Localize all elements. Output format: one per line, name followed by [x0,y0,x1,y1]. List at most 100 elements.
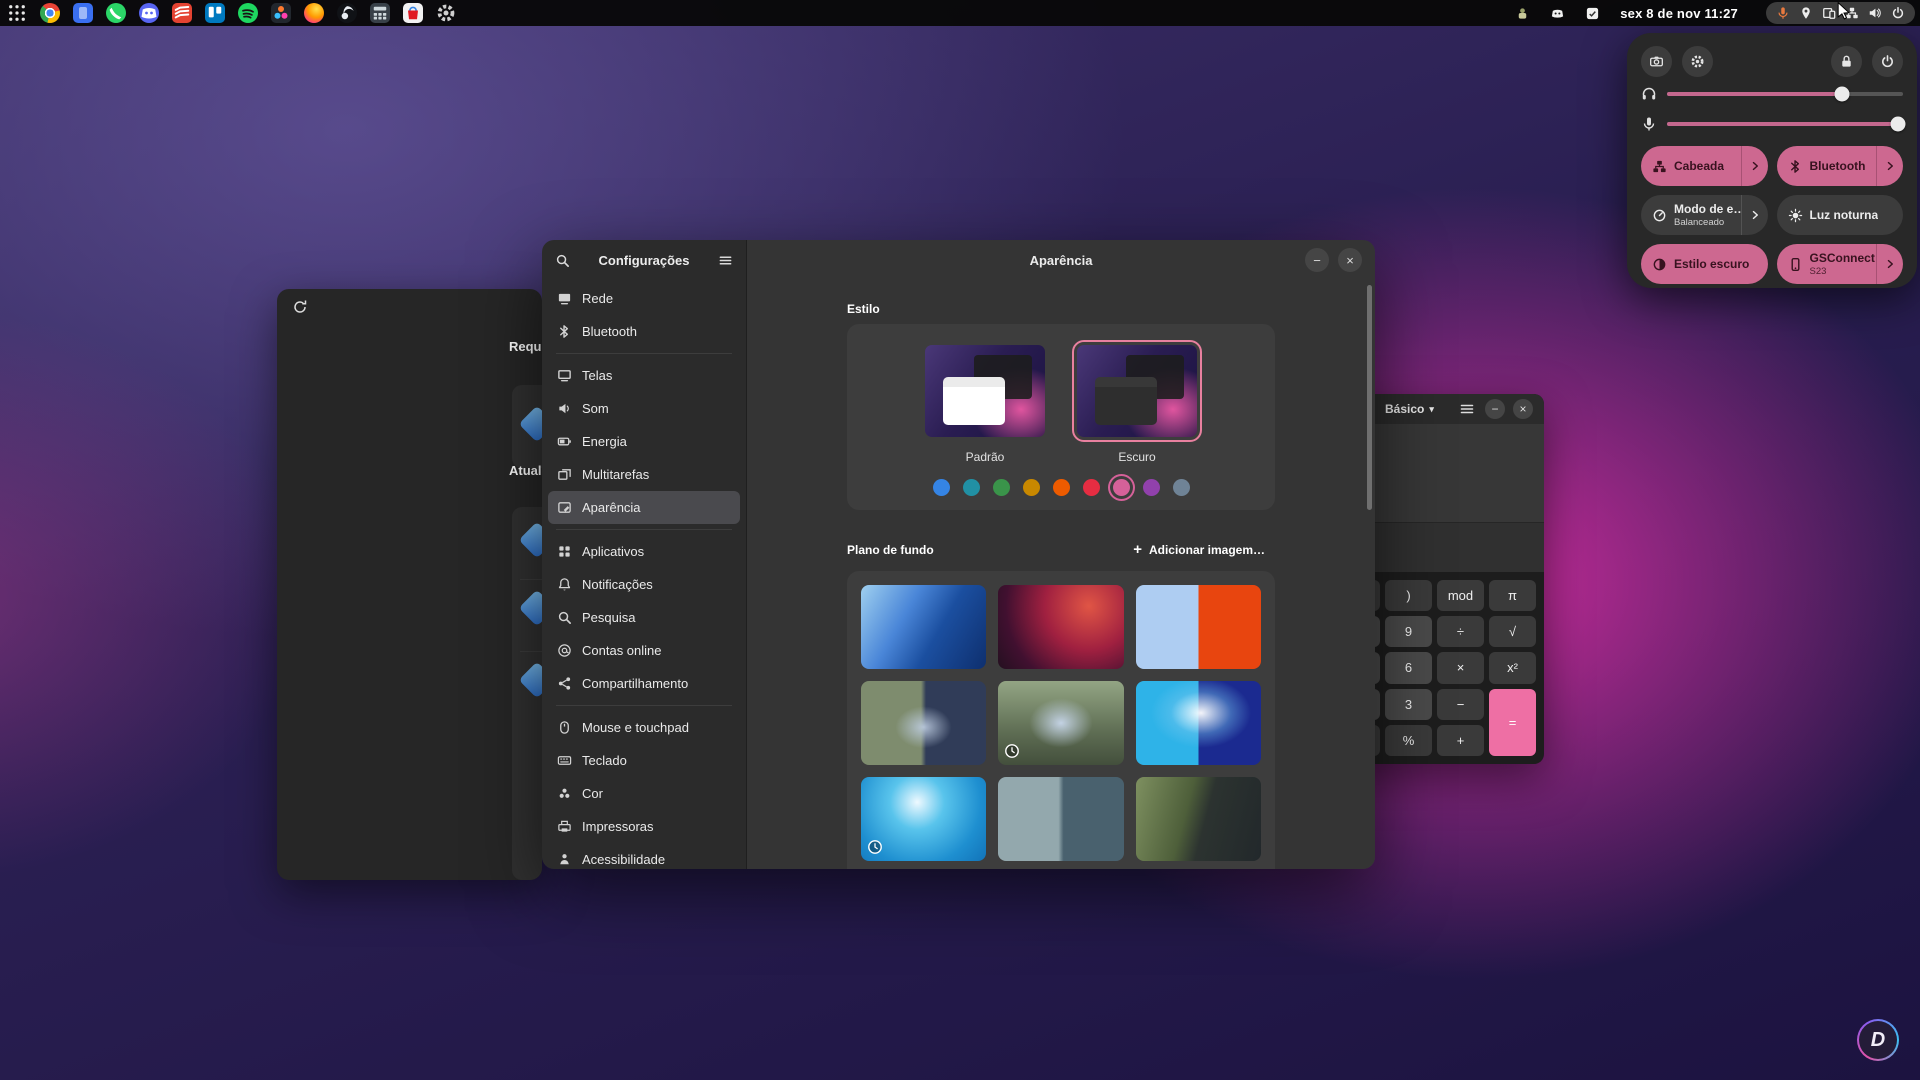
sidebar-item-telas[interactable]: Telas [548,359,740,392]
sidebar-item-som[interactable]: Som [548,392,740,425]
trello-app-icon[interactable] [205,3,225,23]
slider-knob[interactable] [1891,116,1906,131]
sidebar-item-contas-online[interactable]: Contas online [548,634,740,667]
accent-color-red[interactable] [1083,479,1100,496]
estilo-escuro-toggle[interactable]: Estilo escuro [1641,244,1768,284]
calc-key-x[interactable]: % [1385,725,1432,756]
chrome-app-icon[interactable] [40,3,60,23]
distro-logo[interactable]: D [1857,1019,1899,1061]
calc-key-x[interactable]: + [1437,725,1484,756]
accent-color-orange[interactable] [1053,479,1070,496]
show-apps-app-icon[interactable] [7,3,27,23]
minimize-button[interactable]: − [1305,248,1329,272]
settings-app-icon[interactable] [436,3,456,23]
tasks-tray-icon[interactable] [1585,6,1600,21]
sidebar-item-multitarefas[interactable]: Multitarefas [548,458,740,491]
luz-noturna-toggle[interactable]: Luz noturna [1777,195,1904,235]
wallpaper-tree-path-split[interactable] [861,681,986,765]
discord-tray-icon[interactable] [1550,6,1565,21]
close-button[interactable]: × [1338,248,1362,272]
menu-icon[interactable] [1459,401,1475,417]
sidebar-item-compartilhamento[interactable]: Compartilhamento [548,667,740,700]
sidebar-item-mouse-e-touchpad[interactable]: Mouse e touchpad [548,711,740,744]
modo-de-e-toggle[interactable]: Modo de e…Balanceado [1641,195,1768,235]
sidebar-item-cor[interactable]: Cor [548,777,740,810]
slider-track[interactable] [1667,122,1903,126]
wallpaper-red-abstract[interactable] [998,585,1123,669]
todoist-app-icon[interactable] [172,3,192,23]
firefox-app-icon[interactable] [304,3,324,23]
whatsapp-app-icon[interactable] [106,3,126,23]
sidebar-item-teclado[interactable]: Teclado [548,744,740,777]
calc-key-xx[interactable]: x² [1489,652,1536,683]
software-store-app-icon[interactable] [403,3,423,23]
wallpaper-tree-path[interactable] [998,681,1123,765]
accent-color-slate[interactable] [1173,479,1190,496]
calc-key-x[interactable]: ÷ [1437,616,1484,647]
calc-key-x[interactable]: ) [1385,580,1432,611]
settings-button[interactable] [1682,46,1713,77]
style-option-padrão[interactable]: Padrão [920,340,1050,464]
minimize-button[interactable]: − [1485,399,1505,419]
gsconnect-toggle[interactable]: GSConnectS23 [1777,244,1904,284]
microphone-slider[interactable] [1641,110,1903,137]
obs-app-icon[interactable] [337,3,357,23]
search-icon[interactable] [555,253,570,268]
sidebar-item-rede[interactable]: Rede [548,282,740,315]
sidebar-item-pesquisa[interactable]: Pesquisa [548,601,740,634]
close-button[interactable]: × [1513,399,1533,419]
chevron-right-icon[interactable] [1741,146,1768,186]
wallpaper-green-leaves-split[interactable] [1136,777,1261,861]
slider-knob[interactable] [1834,86,1849,101]
wallpaper-blue-landscape[interactable] [861,777,986,861]
sidebar-item-impressoras[interactable]: Impressoras [548,810,740,843]
spotify-app-icon[interactable] [238,3,258,23]
sidebar-item-apar-ncia[interactable]: Aparência [548,491,740,524]
calc-key-mod[interactable]: mod [1437,580,1484,611]
wallpaper-blue-triangles[interactable] [861,585,986,669]
sidebar-item-acessibilidade[interactable]: Acessibilidade [548,843,740,869]
calc-key-x[interactable]: √ [1489,616,1536,647]
phone-app-icon[interactable] [73,3,93,23]
screenshot-button[interactable] [1641,46,1672,77]
calculator-app-icon[interactable] [370,3,390,23]
calculator-mode-dropdown[interactable]: Básico ▾ [1385,402,1434,416]
bluetooth-toggle[interactable]: Bluetooth [1777,146,1904,186]
chevron-right-icon[interactable] [1876,244,1903,284]
accent-color-pink[interactable] [1113,479,1130,496]
clock[interactable]: sex 8 de nov 11:27 [1620,6,1738,21]
calc-key-x[interactable]: − [1437,689,1484,720]
slider-track[interactable] [1667,92,1903,96]
sidebar-item-bluetooth[interactable]: Bluetooth [548,315,740,348]
add-image-button[interactable]: + Adicionar imagem… [1123,536,1275,563]
wallpaper-blue-landscape-split[interactable] [1136,681,1261,765]
power-button[interactable] [1872,46,1903,77]
calc-key-6[interactable]: 6 [1385,652,1432,683]
style-option-escuro[interactable]: Escuro [1072,340,1202,464]
lock-button[interactable] [1831,46,1862,77]
update-row[interactable] [512,385,542,468]
menu-icon[interactable] [718,253,733,268]
sidebar-item-aplicativos[interactable]: Aplicativos [548,535,740,568]
calc-key-x[interactable]: × [1437,652,1484,683]
scrollbar-thumb[interactable] [1367,285,1372,510]
calc-key-9[interactable]: 9 [1385,616,1432,647]
wallpaper-teal-abstract-split[interactable] [998,777,1123,861]
headphones-slider[interactable] [1641,80,1903,107]
cabeada-toggle[interactable]: Cabeada [1641,146,1768,186]
accent-color-green[interactable] [993,479,1010,496]
accent-color-yellow[interactable] [1023,479,1040,496]
chevron-right-icon[interactable] [1741,195,1768,235]
sidebar-item-energia[interactable]: Energia [548,425,740,458]
davinci-resolve-app-icon[interactable] [271,3,291,23]
sidebar-item-notifica-es[interactable]: Notificações [548,568,740,601]
refresh-icon[interactable] [292,299,308,315]
chevron-right-icon[interactable] [1876,146,1903,186]
accent-color-teal[interactable] [963,479,980,496]
accent-color-blue[interactable] [933,479,950,496]
tray-app-icon[interactable] [1515,6,1530,21]
wallpaper-blue-orange-split[interactable] [1136,585,1261,669]
calc-key-x[interactable]: = [1489,689,1536,756]
calc-key-x[interactable]: π [1489,580,1536,611]
accent-color-purple[interactable] [1143,479,1160,496]
